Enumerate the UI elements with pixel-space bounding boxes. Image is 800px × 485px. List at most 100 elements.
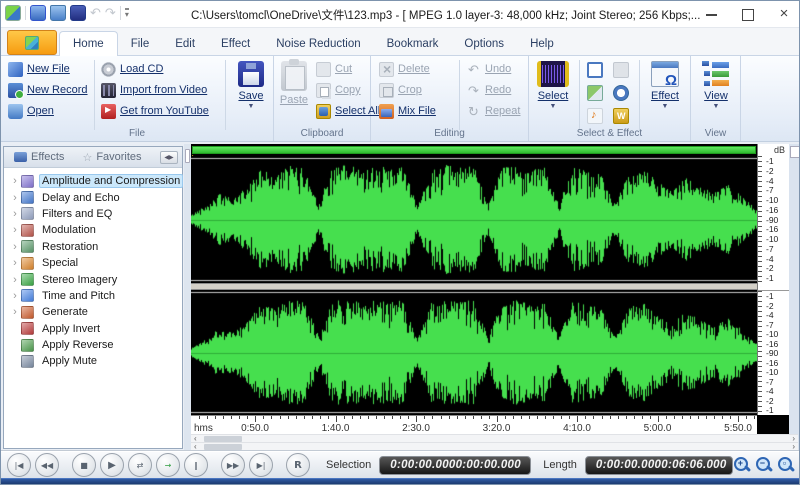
expand-chevron-icon[interactable]: › [9,240,21,254]
watermark-effect-icon[interactable] [613,108,629,124]
horizontal-scrollbar-top[interactable]: ‹ › [191,434,798,443]
new-file-icon[interactable] [30,5,46,21]
expand-chevron-icon[interactable]: › [9,273,21,287]
undo-icon[interactable]: ↶ [90,5,101,21]
redo-button[interactable]: ↷ Redo [466,81,520,99]
crop-button[interactable]: Crop [379,81,436,99]
tree-item-time-and-pitch[interactable]: › Time and Pitch [4,288,182,304]
undo-button[interactable]: ↶ Undo [466,60,520,78]
save-icon[interactable] [70,5,86,21]
splitter-handle-icon[interactable] [790,146,799,158]
length-label: Length [543,459,577,471]
timeline-tick-label: 5:00.0 [643,423,672,434]
stop-button[interactable]: ■ [72,453,96,477]
zoom-in-button[interactable]: + [733,456,752,475]
repeat-button[interactable]: ↻ Repeat [466,102,520,120]
tab-noise-reduction[interactable]: Noise Reduction [263,31,373,56]
tree-item-special[interactable]: › Special [4,255,182,271]
scroll-right-icon[interactable]: › [792,443,795,451]
load-cd-button[interactable]: Load CD [101,60,209,78]
expand-chevron-icon[interactable]: › [9,305,21,319]
tree-item-generate[interactable]: › Generate [4,304,182,320]
record-button[interactable]: R [286,453,310,477]
play-button[interactable]: ▶ [100,453,124,477]
tree-item-delay-and-echo[interactable]: › Delay and Echo [4,189,182,205]
delete-button[interactable]: Delete [379,60,436,78]
timeline-tick [617,416,619,419]
zoom-selection-button[interactable]: ▫ [777,456,796,475]
expand-chevron-icon[interactable]: › [9,174,21,188]
minimize-button[interactable] [705,7,719,21]
open-icon[interactable] [50,5,66,21]
tab-edit[interactable]: Edit [162,31,208,56]
restoration-effect-icon[interactable] [587,85,603,101]
expand-chevron-icon[interactable]: › [9,207,21,221]
skip-end-button[interactable]: ▶| [249,453,273,477]
horizontal-scrollbar-bottom[interactable]: ‹ › [191,442,798,451]
db-tick-label: -16 [766,338,779,349]
waveform-channel-left[interactable] [191,156,757,283]
tree-item-restoration[interactable]: › Restoration [4,239,182,255]
get-from-youtube-button[interactable]: Get from YouTube [101,102,209,120]
close-button[interactable]: × [777,6,791,21]
overview-position-bar[interactable] [192,146,756,154]
panel-collapse-button[interactable]: ◀▶ [160,151,178,164]
tab-options[interactable]: Options [451,31,517,56]
import-from-video-button[interactable]: Import from Video [101,81,209,99]
tree-item-apply-mute[interactable]: Apply Mute [4,353,182,369]
timeline-tick [754,416,756,419]
expand-chevron-icon[interactable]: › [9,191,21,205]
select-button[interactable]: Select ▼ [531,59,575,137]
tree-item-label: Filters and EQ [42,207,113,220]
panel-splitter[interactable] [184,144,191,451]
scroll-left-icon[interactable]: ‹ [194,443,197,451]
app-menu-button[interactable] [7,30,57,55]
timeline-tick [504,416,506,419]
mix-file-icon [379,103,394,119]
expand-chevron-icon[interactable]: › [9,256,21,270]
pause-button[interactable]: ‖ [184,453,208,477]
tab-help[interactable]: Help [517,31,567,56]
tree-item-apply-invert[interactable]: Apply Invert [4,321,182,337]
tree-item-modulation[interactable]: › Modulation [4,222,182,238]
play-all-button[interactable]: → [156,453,180,477]
new-file-button[interactable]: New File [8,60,88,78]
expand-chevron-icon[interactable]: › [9,223,21,237]
tab-favorites[interactable]: ☆ Favorites [82,151,141,164]
selection-label: Selection [326,459,372,471]
timeline-tick [271,416,273,419]
maximize-button[interactable] [741,7,755,21]
open-button[interactable]: Open [8,102,88,120]
expand-chevron-icon[interactable]: › [9,289,21,303]
time-effect-icon[interactable] [613,85,629,101]
timeline-tick [545,416,547,419]
fast-forward-button[interactable]: ▶▶ [221,453,245,477]
pitch-effect-icon[interactable] [587,108,603,124]
tab-home[interactable]: Home [59,31,118,56]
tab-effects[interactable]: Effects [14,151,64,163]
skip-start-button[interactable]: |◀ [7,453,31,477]
zoom-out-button[interactable]: − [755,456,774,475]
mix-file-button[interactable]: Mix File [379,102,436,120]
pan-effect-icon[interactable] [587,62,603,78]
splitter-handle-icon[interactable] [185,149,190,163]
shuttle-button[interactable]: ⇄ [128,453,152,477]
timeline-ruler[interactable]: hms 0:50.0 1:40.0 2:30.0 3:20.0 4:10.0 5:00.0… [191,415,789,434]
redo-icon[interactable]: ↷ [105,5,116,21]
save-button[interactable]: Save ▼ [229,59,273,137]
tab-bookmark[interactable]: Bookmark [374,31,452,56]
effect-button[interactable]: Effect ▼ [643,59,687,137]
tree-item-filters-and-eq[interactable]: › Filters and EQ [4,206,182,222]
tree-item-apply-reverse[interactable]: Apply Reverse [4,337,182,353]
tab-file[interactable]: File [118,31,163,56]
rewind-button[interactable]: ◀◀ [35,453,59,477]
paste-button[interactable]: Paste [276,59,312,137]
qat-dropdown-icon[interactable]: ▾ [124,7,129,19]
tree-item-stereo-imagery[interactable]: › Stereo Imagery [4,271,182,287]
waveform-channel-right[interactable] [191,290,757,415]
scrollbar-thumb[interactable] [204,444,242,450]
view-button[interactable]: View ▼ [694,59,738,137]
new-record-button[interactable]: New Record [8,81,88,99]
tree-item-amplitude-and-compression[interactable]: › Amplitude and Compression [4,173,184,189]
tab-effect[interactable]: Effect [208,31,263,56]
